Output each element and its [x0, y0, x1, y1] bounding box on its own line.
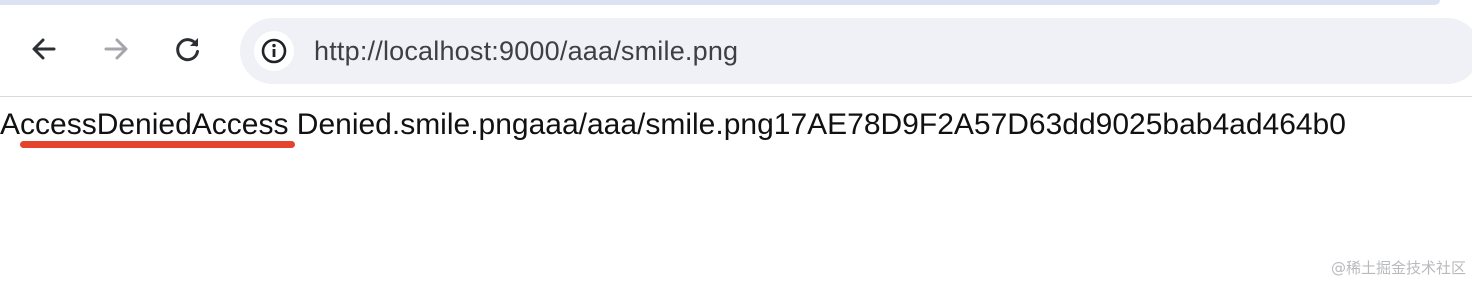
forward-button[interactable]: [96, 29, 136, 69]
reload-button[interactable]: [168, 29, 208, 69]
back-button[interactable]: [24, 29, 64, 69]
arrow-left-icon: [32, 38, 56, 60]
url-text[interactable]: http://localhost:9000/aaa/smile.png: [314, 35, 738, 67]
page-content: AccessDeniedAccess Denied.smile.pngaaa/a…: [0, 97, 1472, 288]
browser-toolbar: http://localhost:9000/aaa/smile.png: [0, 5, 1472, 97]
arrow-right-icon: [104, 38, 128, 60]
error-response-text: AccessDeniedAccess Denied.smile.pngaaa/a…: [0, 108, 1346, 141]
info-icon: [261, 38, 287, 64]
reload-icon: [176, 38, 199, 62]
site-info-button[interactable]: [254, 31, 294, 71]
address-bar[interactable]: http://localhost:9000/aaa/smile.png: [240, 18, 1472, 84]
watermark-text: @稀土掘金技术社区: [1330, 259, 1466, 277]
highlight-underline: [20, 141, 295, 148]
